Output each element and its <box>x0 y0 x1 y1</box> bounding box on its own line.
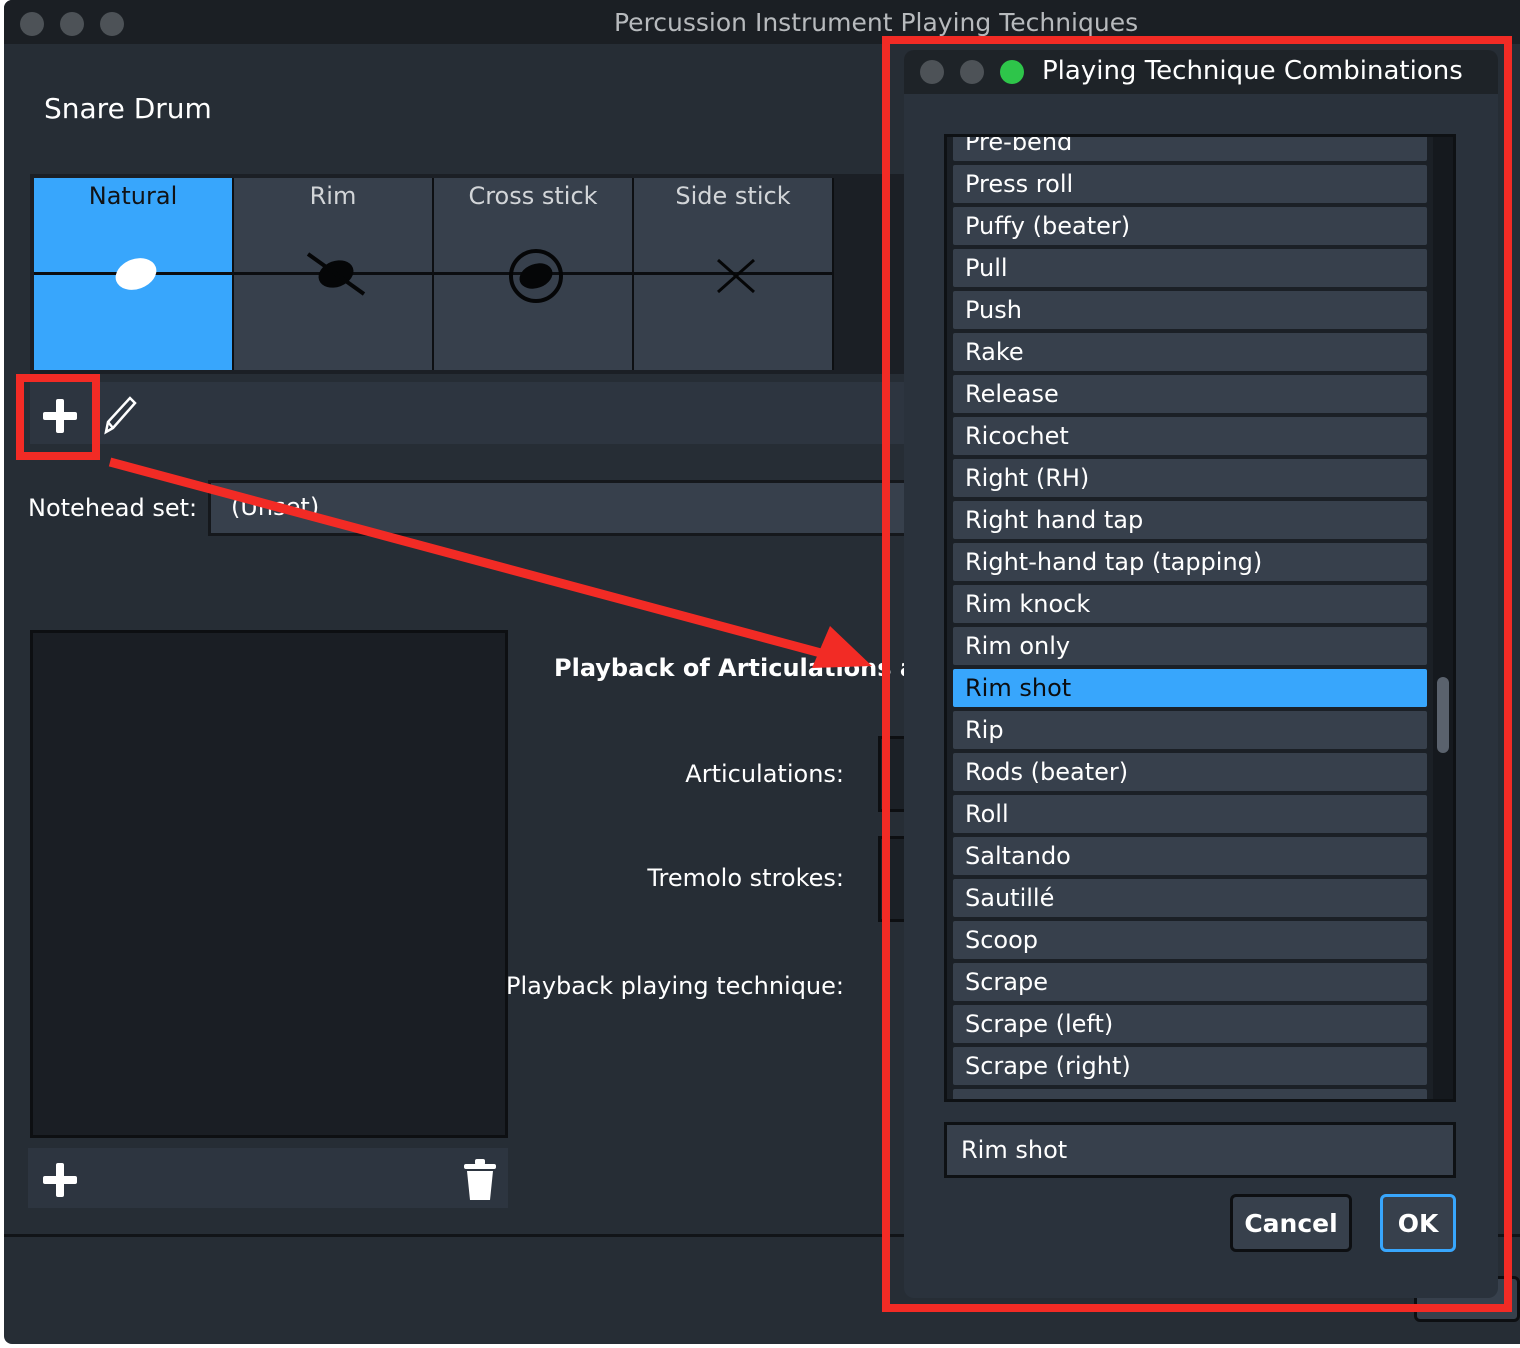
annotation-arrow-icon <box>108 457 872 668</box>
